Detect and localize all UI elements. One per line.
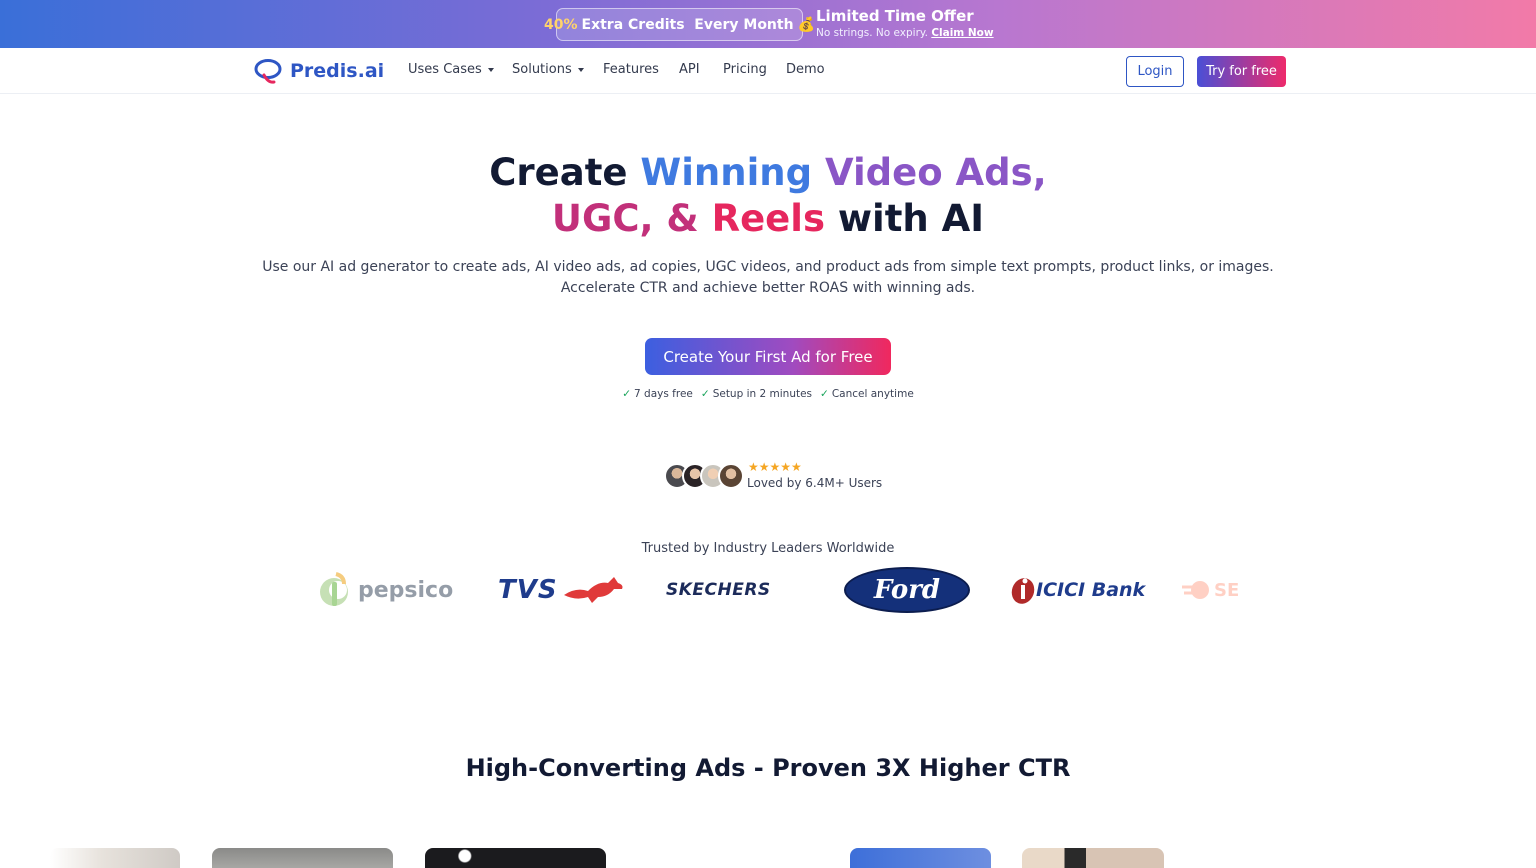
ford-wordmark: Ford: [873, 575, 941, 605]
create-first-ad-button[interactable]: Create Your First Ad for Free: [645, 338, 891, 375]
chevron-down-icon: [577, 67, 584, 72]
nav-menu: Uses Cases Solutions Features API Pricin…: [408, 62, 836, 77]
nav-demo-label: Demo: [786, 62, 825, 77]
promo-text-block: Limited Time Offer No strings. No expiry…: [816, 7, 994, 41]
section-title: High-Converting Ads - Proven 3X Higher C…: [465, 754, 1071, 782]
nav-pricing-label: Pricing: [723, 62, 767, 77]
ford-oval: Ford: [844, 567, 970, 613]
ad-thumbnail[interactable]: [212, 848, 393, 868]
nav-features[interactable]: Features: [603, 62, 679, 77]
nav-features-label: Features: [603, 62, 659, 77]
promo-offer-pill[interactable]: 40% Extra Credits Every Month 💰: [544, 8, 815, 41]
hero-title-winning: Winning: [640, 151, 813, 194]
perk-item: ✓ Cancel anytime: [820, 388, 914, 400]
nav-solutions[interactable]: Solutions: [512, 62, 603, 77]
icici-wordmark: ICICI Bank: [1036, 579, 1146, 601]
hero-title-video-ads: Video Ads,: [824, 151, 1047, 194]
horse-icon: [563, 577, 623, 603]
promo-title: Limited Time Offer: [816, 7, 974, 25]
promo-subtitle: No strings. No expiry. Claim Now: [816, 25, 994, 41]
pepsico-leaf-icon: [320, 572, 348, 606]
hero-title-create: Create: [489, 151, 628, 194]
perk-label: Cancel anytime: [831, 388, 914, 400]
ford-logo: Ford: [844, 564, 970, 616]
pepsico-wordmark: pepsico: [358, 577, 454, 603]
check-icon: ✓: [700, 388, 710, 400]
hero-title-reels: Reels: [711, 197, 825, 240]
icici-logo: ICICI Bank: [1010, 564, 1145, 616]
money-bag-icon: 💰: [797, 16, 815, 33]
icici-mark-icon: [1011, 578, 1035, 604]
check-icon: ✓: [820, 388, 829, 400]
partial-logo-icon: [1182, 581, 1209, 599]
navbar: Predis.ai Uses Cases Solutions Features …: [0, 48, 1536, 94]
skechers-wordmark: SKECHERS: [666, 580, 771, 600]
brand-logo[interactable]: Predis.ai: [254, 58, 384, 84]
tvs-logo: TVS: [498, 564, 626, 616]
promo-offer-percent: 40%: [544, 16, 578, 33]
loved-by-users: Loved by 6.4M+ Users: [747, 476, 883, 490]
perk-label: 7 days free: [634, 388, 693, 400]
nav-uses-cases-label: Uses Cases: [408, 62, 482, 77]
promo-offer-text: Extra Credits Every Month: [581, 16, 794, 33]
partial-logo-wordmark: SE: [1214, 579, 1240, 601]
ad-thumbnail[interactable]: [425, 848, 606, 868]
tvs-wordmark: TVS: [498, 575, 558, 605]
nav-api-label: API: [679, 62, 700, 77]
hero-title: Create Winning Video Ads, UGC, & Reels w…: [0, 150, 1536, 242]
try-for-free-button[interactable]: Try for free: [1197, 56, 1286, 87]
chevron-down-icon: [487, 67, 494, 72]
ad-thumbnail[interactable]: [50, 848, 180, 868]
hero-title-ugc: UGC, &: [551, 197, 699, 240]
check-icon: ✓: [622, 388, 632, 400]
perk-item: ✓ 7 days free: [622, 388, 693, 400]
ad-thumbnail[interactable]: [1022, 848, 1164, 868]
brand-name: Predis.ai: [290, 60, 385, 82]
pepsico-logo: pepsico: [318, 564, 453, 616]
ad-thumbnail[interactable]: [850, 848, 991, 868]
partial-logo: SE: [1182, 564, 1242, 616]
claim-now-link[interactable]: Claim Now: [931, 27, 993, 39]
nav-uses-cases[interactable]: Uses Cases: [408, 62, 512, 77]
hero-description: Use our AI ad generator to create ads, A…: [262, 259, 1274, 296]
promo-banner: 40% Extra Credits Every Month 💰 Limited …: [0, 0, 1536, 48]
login-button[interactable]: Login: [1126, 56, 1184, 87]
nav-solutions-label: Solutions: [512, 62, 572, 77]
skechers-logo: SKECHERS: [666, 564, 771, 616]
trusted-heading: Trusted by Industry Leaders Worldwide: [641, 541, 895, 556]
nav-api[interactable]: API: [679, 62, 723, 77]
perk-item: ✓ Setup in 2 minutes: [701, 388, 812, 400]
nav-demo[interactable]: Demo: [786, 62, 836, 77]
hero-title-with-ai: with AI: [837, 197, 985, 240]
perk-label: Setup in 2 minutes: [712, 388, 813, 400]
rating-stars-icon: ★★★★★: [748, 460, 802, 474]
nav-pricing[interactable]: Pricing: [723, 62, 786, 77]
promo-subtitle-text: No strings. No expiry.: [816, 27, 928, 39]
client-logos: pepsico TVS SKECHERS Ford ICICI Bank SE: [318, 564, 1242, 616]
user-avatars: [664, 463, 744, 489]
perks-list: ✓ 7 days free ✓ Setup in 2 minutes ✓ Cancel…: [0, 388, 1536, 400]
avatar: [718, 463, 744, 489]
predis-logo-icon: [254, 59, 282, 84]
